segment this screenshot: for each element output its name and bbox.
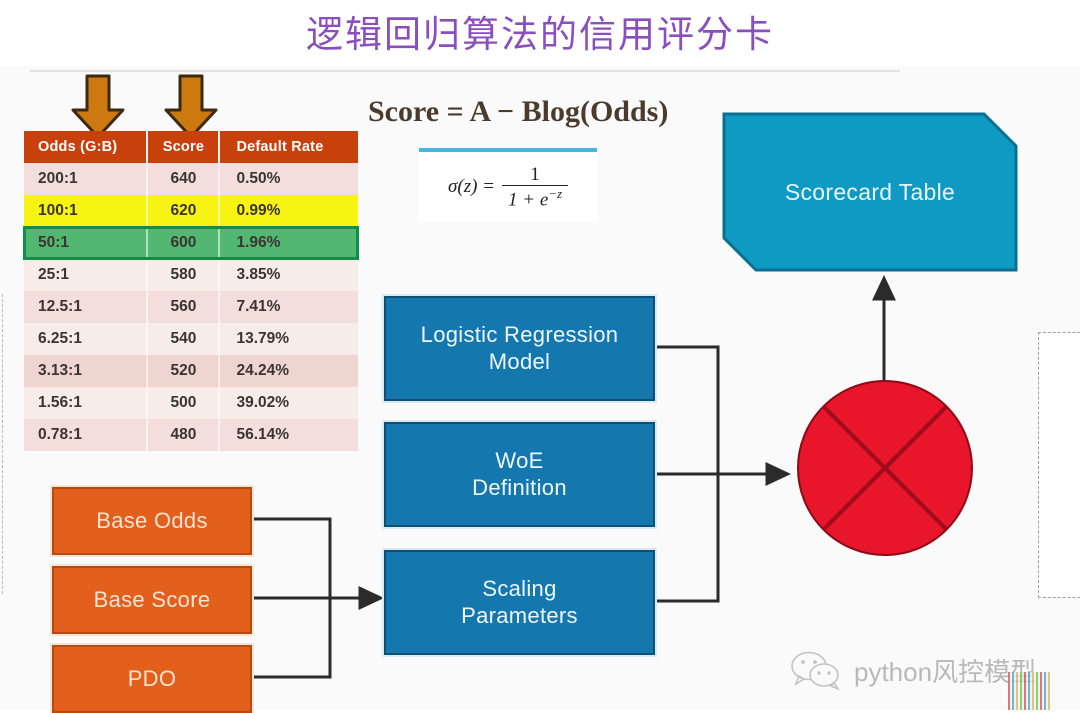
cell-score: 500 <box>147 387 221 419</box>
cell-default-rate: 3.85% <box>219 259 358 291</box>
table-row: 6.25:1 540 13.79% <box>24 323 358 355</box>
cell-score: 600 <box>147 227 221 259</box>
column-header-odds: Odds (G:B) <box>24 131 149 163</box>
sigmoid-numerator: 1 <box>530 163 540 185</box>
cell-odds: 25:1 <box>24 259 149 291</box>
table-row: 50:1 600 1.96% <box>23 226 359 260</box>
process-box-label-line1: Logistic Regression <box>420 322 619 348</box>
cell-odds: 6.25:1 <box>24 323 149 355</box>
table-row: 1.56:1 500 39.02% <box>24 387 358 419</box>
process-box-logistic-regression-model[interactable]: Logistic Regression Model <box>384 296 655 401</box>
table-row: 0.78:1 480 56.14% <box>24 419 358 451</box>
sigmoid-formula: σ(z) = 1 1 + e−z <box>448 164 568 211</box>
cell-odds: 3.13:1 <box>24 355 149 387</box>
table-row: 25:1 580 3.85% <box>24 259 358 291</box>
process-box-label: Scaling Parameters <box>461 576 578 629</box>
process-box-label: Logistic Regression Model <box>421 322 619 375</box>
process-box-scaling-parameters[interactable]: Scaling Parameters <box>384 550 655 655</box>
table-row: 3.13:1 520 24.24% <box>24 355 358 387</box>
wechat-icon <box>790 650 844 690</box>
column-header-score: Score <box>147 131 221 163</box>
cell-score: 560 <box>147 291 221 323</box>
cell-default-rate: 56.14% <box>219 419 358 451</box>
table-row: 12.5:1 560 7.41% <box>24 291 358 323</box>
cell-odds: 1.56:1 <box>24 387 149 419</box>
table-header-row: Odds (G:B) Score Default Rate <box>24 131 358 163</box>
sigmoid-formula-box: σ(z) = 1 1 + e−z <box>419 148 597 222</box>
process-box-label: WoE Definition <box>472 448 567 501</box>
cell-odds: 100:1 <box>24 195 149 227</box>
input-box-pdo[interactable]: PDO <box>52 645 252 713</box>
cell-default-rate: 0.99% <box>219 195 358 227</box>
cell-default-rate: 13.79% <box>219 323 358 355</box>
output-box-scorecard-table[interactable]: Scorecard Table <box>722 112 1018 272</box>
input-box-base-score[interactable]: Base Score <box>52 566 252 634</box>
cell-default-rate: 39.02% <box>219 387 358 419</box>
cell-score: 480 <box>147 419 221 451</box>
cell-score: 620 <box>147 195 221 227</box>
cell-default-rate: 7.41% <box>219 291 358 323</box>
left-dashed-placeholder-edge <box>2 294 3 594</box>
panel-top-divider <box>30 70 900 72</box>
input-box-label: PDO <box>127 666 177 691</box>
table-row: 100:1 620 0.99% <box>24 195 358 227</box>
cell-odds: 0.78:1 <box>24 419 149 451</box>
right-dashed-placeholder-frame <box>1038 332 1080 598</box>
sigmoid-lhs: σ(z) = <box>448 175 495 197</box>
page-title: 逻辑回归算法的信用评分卡 <box>306 15 774 56</box>
table-body: 200:1 640 0.50% 100:1 620 0.99% 50:1 600 1.96% 25… <box>23 163 359 451</box>
watermark: python风控模型 <box>790 650 1036 690</box>
input-box-base-odds[interactable]: Base Odds <box>52 487 252 555</box>
cell-default-rate: 1.96% <box>219 227 358 259</box>
sigmoid-denominator: 1 + e−z <box>502 184 568 211</box>
score-equation: Score = A − Blog(Odds) <box>368 95 669 128</box>
cell-default-rate: 24.24% <box>219 355 358 387</box>
process-box-label-line2: Parameters <box>461 602 578 628</box>
process-box-label-line2: Model <box>488 348 551 374</box>
cell-odds: 50:1 <box>24 227 149 259</box>
cell-odds: 200:1 <box>24 163 149 195</box>
sigmoid-denominator-exponent: −z <box>548 185 562 201</box>
table-row: 200:1 640 0.50% <box>24 163 358 195</box>
process-box-label-line1: WoE <box>495 448 544 474</box>
table-header: Odds (G:B) Score Default Rate <box>24 131 358 163</box>
cell-score: 580 <box>147 259 221 291</box>
column-header-default-rate: Default Rate <box>219 131 358 163</box>
cell-odds: 12.5:1 <box>24 291 149 323</box>
input-box-label: Base Odds <box>96 508 208 533</box>
qr-code-image <box>1008 672 1050 710</box>
process-box-label-line2: Definition <box>472 474 567 500</box>
cell-score: 540 <box>147 323 221 355</box>
sigmoid-denominator-base: 1 + e <box>508 189 549 211</box>
process-box-label-line1: Scaling <box>482 576 557 602</box>
cell-score: 520 <box>147 355 221 387</box>
process-box-woe-definition[interactable]: WoE Definition <box>384 422 655 527</box>
cell-score: 640 <box>147 163 221 195</box>
odds-score-table: Odds (G:B) Score Default Rate 200:1 640 0.… <box>23 131 359 451</box>
output-box-label: Scorecard Table <box>784 178 956 205</box>
input-box-label: Base Score <box>93 587 211 612</box>
sigmoid-fraction: 1 1 + e−z <box>502 164 568 211</box>
cross-circle-node[interactable] <box>795 378 975 558</box>
cell-default-rate: 0.50% <box>219 163 358 195</box>
